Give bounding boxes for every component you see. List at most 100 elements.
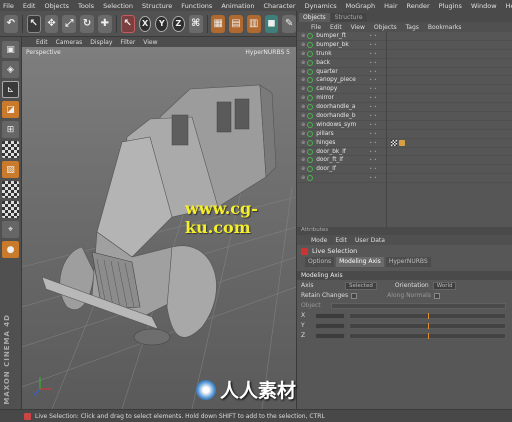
object-row[interactable]: ⊕ hinges ∙ ∙ [297,139,512,148]
along-normals-checkbox[interactable] [433,292,440,299]
object-row[interactable]: ⊕ doorhandle_b ∙ ∙ [297,112,512,121]
scale-icon[interactable]: ⤢ [62,14,77,33]
menu-edit[interactable]: Edit [23,2,36,10]
visibility-dots[interactable]: ∙ ∙ [369,113,391,119]
edges-mode-icon[interactable] [2,141,19,158]
attribute-menu-edit[interactable]: Edit [335,237,347,244]
render-settings-icon[interactable]: ▥ [246,14,261,33]
menu-character[interactable]: Character [263,2,295,10]
pen-spline-icon[interactable]: ✎ [282,14,297,33]
move-icon[interactable]: ✥ [44,14,59,33]
viewport-menu-view[interactable]: View [143,39,157,46]
uv-mode-icon[interactable] [2,181,19,198]
object-row[interactable]: ⊕ windows_sym ∙ ∙ [297,121,512,130]
object-row[interactable]: ⊕ door_lf ∙ ∙ [297,165,512,175]
live-selection-icon[interactable]: ↖ [26,14,41,33]
object-row[interactable]: ⊕ trunk ∙ ∙ [297,50,512,59]
expand-icon[interactable]: ⊕ [301,42,305,48]
visibility-dots[interactable]: ∙ ∙ [369,33,391,39]
menu-render[interactable]: Render [407,2,430,10]
expand-icon[interactable]: ⊕ [301,33,305,39]
visibility-dots[interactable]: ∙ ∙ [369,122,391,128]
expand-icon[interactable]: ⊕ [301,175,305,181]
attribute-menu-mode[interactable]: Mode [311,237,327,244]
visibility-dots[interactable]: ∙ ∙ [369,157,391,163]
y-axis-lock[interactable]: Y [155,15,169,32]
rotate-icon[interactable]: ↻ [80,14,94,33]
expand-icon[interactable]: ⊕ [301,95,305,101]
visibility-dots[interactable]: ∙ ∙ [369,149,391,155]
cube-primitive-icon[interactable]: ◼ [264,14,279,33]
orientation-dropdown[interactable]: World [432,281,457,290]
object-menu-edit[interactable]: Edit [330,24,342,31]
menu-structure[interactable]: Structure [142,2,172,10]
attribute-menu-user-data[interactable]: User Data [355,237,385,244]
object-axis-icon[interactable]: ⊾ [2,81,19,98]
visibility-dots[interactable]: ∙ ∙ [369,51,391,57]
material-tag-icon[interactable] [399,139,405,146]
expand-icon[interactable]: ⊕ [301,60,305,66]
expand-icon[interactable]: ⊕ [301,86,305,92]
expand-icon[interactable]: ⊕ [301,77,305,83]
visibility-dots[interactable]: ∙ ∙ [369,175,391,181]
snap-icon[interactable]: ⌖ [2,221,19,238]
menu-plugins[interactable]: Plugins [439,2,462,10]
menu-selection[interactable]: Selection [103,2,133,10]
viewport-menu-filter[interactable]: Filter [120,39,135,46]
visibility-dots[interactable]: ∙ ∙ [369,140,391,146]
menu-help[interactable]: Help [506,2,512,10]
select-restrict-icon[interactable]: ↖ [120,14,135,33]
tab-options[interactable]: Options [305,257,335,267]
undo-icon[interactable]: ↶ [4,14,18,33]
visibility-dots[interactable]: ∙ ∙ [369,131,391,137]
expand-icon[interactable]: ⊕ [301,51,305,57]
menu-functions[interactable]: Functions [181,2,212,10]
tool-icon[interactable]: ✚ [97,14,112,33]
expand-icon[interactable]: ⊕ [301,157,305,163]
expand-icon[interactable]: ⊕ [301,69,305,75]
expand-icon[interactable]: ⊕ [301,140,305,146]
z-axis-lock[interactable]: Z [172,15,185,32]
expand-icon[interactable]: ⊕ [301,104,305,110]
sculpt-icon[interactable]: ● [2,241,19,258]
object-row[interactable]: ⊕ quarter ∙ ∙ [297,68,512,77]
menu-objects[interactable]: Objects [44,2,69,10]
object-menu-tags[interactable]: Tags [406,24,419,31]
perspective-viewport[interactable]: Perspective HyperNURBS 5 www.cg-ku.com [22,47,296,409]
object-row[interactable]: ⊕ door_ft_lf ∙ ∙ [297,156,512,166]
workplane-icon[interactable] [2,201,19,218]
object-row[interactable]: ⊕ canopy_piece ∙ ∙ [297,76,512,86]
z-slider[interactable] [349,332,506,339]
coordinate-system-icon[interactable]: ⌘ [188,14,203,33]
object-menu-view[interactable]: View [351,24,365,31]
object-menu-file[interactable]: File [311,24,321,31]
retain-changes-checkbox[interactable] [351,292,358,299]
object-row[interactable]: ⊕ ∙ ∙ [297,174,512,184]
model-mode-icon[interactable]: ◈ [2,61,19,78]
menu-animation[interactable]: Animation [221,2,254,10]
object-link-field[interactable] [330,302,506,309]
menu-mograph[interactable]: MoGraph [346,2,376,10]
visibility-dots[interactable]: ∙ ∙ [369,104,391,110]
texture-tag-icon[interactable] [391,139,397,146]
viewport-menu-cameras[interactable]: Cameras [56,39,83,46]
menu-file[interactable]: File [3,2,14,10]
menu-window[interactable]: Window [471,2,497,10]
menu-hair[interactable]: Hair [384,2,397,10]
render-picture-icon[interactable]: ▤ [229,14,243,33]
tab-modeling-axis[interactable]: Modeling Axis [336,257,384,267]
texture-mode-icon[interactable]: ◪ [2,101,19,118]
expand-icon[interactable]: ⊕ [301,166,305,172]
visibility-dots[interactable]: ∙ ∙ [369,60,391,66]
object-row[interactable]: ⊕ pillars ∙ ∙ [297,130,512,139]
axis-dropdown[interactable]: Selected [345,281,377,290]
expand-icon[interactable]: ⊕ [301,149,305,155]
points-mode-icon[interactable]: ⊞ [2,121,19,138]
menu-dynamics[interactable]: Dynamics [305,2,337,10]
tab-objects[interactable]: Objects [299,13,330,22]
expand-icon[interactable]: ⊕ [301,122,305,128]
tab-structure[interactable]: Structure [330,13,367,22]
object-row[interactable]: ⊕ bumper_bk ∙ ∙ [297,41,512,50]
object-row[interactable]: ⊕ bumper_ft ∙ ∙ [297,32,512,41]
y-value-field[interactable] [315,322,345,329]
